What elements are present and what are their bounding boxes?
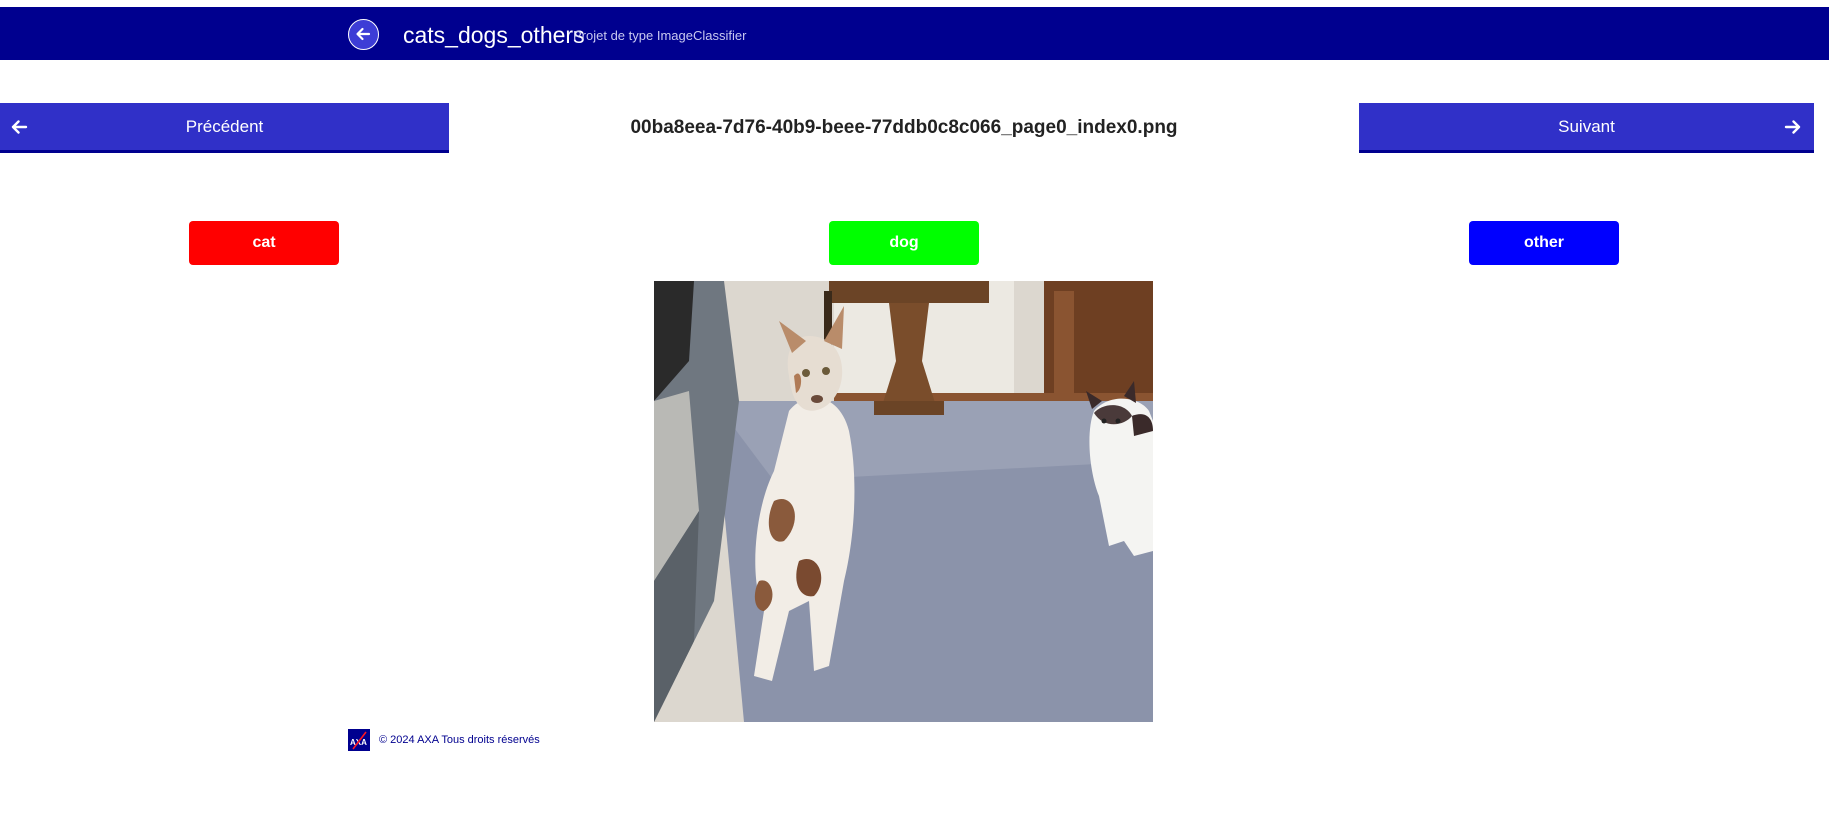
label-button-cat[interactable]: cat	[189, 221, 339, 265]
header-bar: cats_dogs_others Projet de type ImageCla…	[0, 7, 1829, 60]
arrow-left-icon	[11, 120, 28, 134]
back-button[interactable]	[348, 19, 379, 50]
label-button-other[interactable]: other	[1469, 221, 1619, 265]
next-button-label: Suivant	[1558, 117, 1615, 136]
axa-logo: AXA	[348, 729, 370, 751]
previous-button-label: Précédent	[185, 117, 264, 136]
footer-copyright: © 2024 AXA Tous droits réservés	[379, 734, 540, 746]
project-type-subtitle: Projet de type ImageClassifier	[573, 28, 747, 43]
project-title: cats_dogs_others	[403, 22, 585, 48]
previous-button[interactable]: Précédent	[0, 103, 449, 153]
arrow-left-circle-icon	[356, 27, 371, 41]
label-button-dog[interactable]: dog	[829, 221, 979, 265]
arrow-right-icon	[1784, 120, 1801, 134]
image-filename: 00ba8eea-7d76-40b9-beee-77ddb0c8c066_pag…	[630, 117, 1178, 138]
dog-and-cat-photo	[654, 281, 1153, 722]
next-button[interactable]: Suivant	[1359, 103, 1814, 153]
image-preview	[654, 281, 1153, 722]
